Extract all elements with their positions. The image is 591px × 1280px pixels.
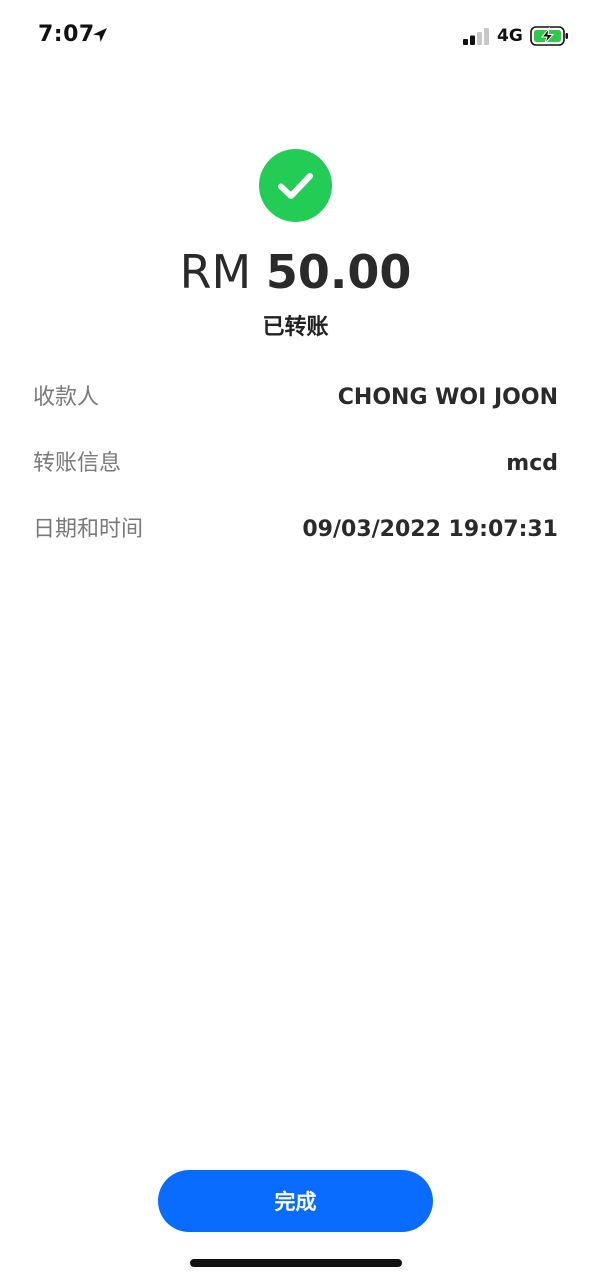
- datetime-value: 09/03/2022 19:07:31: [302, 517, 558, 542]
- status-bar: 7:07 4G: [0, 0, 591, 72]
- recipient-value: CHONG WOI JOON: [337, 385, 558, 410]
- done-button[interactable]: 完成: [158, 1170, 433, 1232]
- message-value: mcd: [506, 451, 558, 476]
- transfer-status: 已转账: [262, 315, 329, 340]
- detail-row-message: 转账信息 mcd: [33, 446, 558, 482]
- recipient-label: 收款人: [33, 385, 100, 410]
- detail-row-datetime: 日期和时间 09/03/2022 19:07:31: [33, 512, 558, 548]
- location-arrow-icon: [92, 27, 108, 43]
- message-label: 转账信息: [33, 451, 122, 476]
- network-type-label: 4G: [497, 26, 523, 46]
- detail-row-recipient: 收款人 CHONG WOI JOON: [33, 380, 558, 416]
- cellular-signal-icon: [463, 28, 491, 45]
- checkmark-circle-icon: [259, 149, 332, 222]
- battery-charging-icon: [530, 25, 570, 47]
- datetime-label: 日期和时间: [33, 517, 144, 542]
- transfer-amount: RM 50.00: [0, 242, 591, 302]
- status-time: 7:07: [38, 22, 95, 47]
- amount-currency: RM: [179, 245, 252, 299]
- home-indicator[interactable]: [190, 1259, 402, 1267]
- amount-value: 50.00: [265, 245, 412, 299]
